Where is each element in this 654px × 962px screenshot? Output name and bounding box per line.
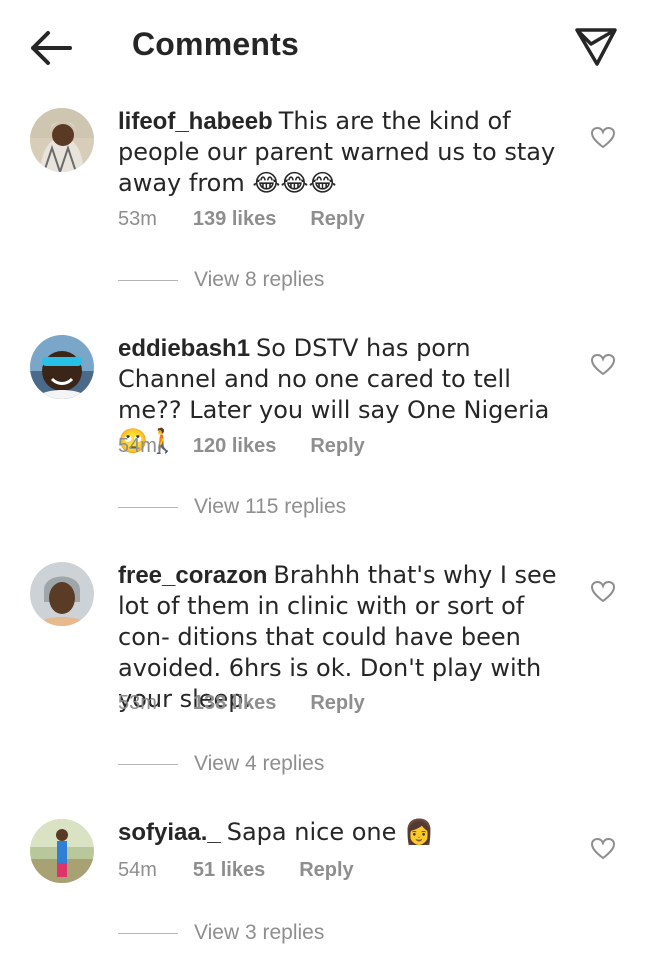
share-button[interactable] xyxy=(574,26,618,68)
divider-line xyxy=(118,932,178,934)
like-button[interactable] xyxy=(590,580,616,604)
reply-button[interactable]: Reply xyxy=(310,692,364,715)
avatar[interactable] xyxy=(30,819,94,883)
comment-time: 53m xyxy=(118,692,157,714)
comment-text: lifeof_habeeb This are the kind of people… xyxy=(118,106,568,199)
comment-username[interactable]: free_corazon xyxy=(118,562,267,589)
comment-meta: 54m 120 likes Reply xyxy=(118,435,365,458)
heart-icon xyxy=(590,126,616,149)
view-replies-button[interactable]: View 8 replies xyxy=(118,268,324,292)
heart-icon xyxy=(590,580,616,603)
comment-username[interactable]: eddiebash1 xyxy=(118,335,250,362)
view-replies-button[interactable]: View 115 replies xyxy=(118,495,346,519)
comment-likes[interactable]: 138 likes xyxy=(193,692,276,715)
comment-time: 54m xyxy=(118,435,157,457)
divider-line xyxy=(118,763,178,765)
like-button[interactable] xyxy=(590,126,616,150)
back-button[interactable] xyxy=(28,28,74,68)
view-replies-label: View 3 replies xyxy=(194,921,325,944)
comment-username[interactable]: lifeof_habeeb xyxy=(118,108,273,135)
avatar[interactable] xyxy=(30,108,94,172)
comment-likes[interactable]: 51 likes xyxy=(193,859,265,882)
reply-button[interactable]: Reply xyxy=(310,435,364,458)
comment-meta: 53m 138 likes Reply xyxy=(118,692,365,715)
comment-text: sofyiaa._ Sapa nice one 👩 xyxy=(118,817,568,848)
page-title: Comments xyxy=(132,26,299,62)
comment-body: Sapa nice one 👩 xyxy=(226,818,434,846)
paper-plane-icon xyxy=(575,28,617,66)
view-replies-label: View 8 replies xyxy=(194,268,325,291)
comment-time: 54m xyxy=(118,859,157,881)
heart-icon xyxy=(590,837,616,860)
divider-line xyxy=(118,279,178,281)
heart-icon xyxy=(590,353,616,376)
like-button[interactable] xyxy=(590,353,616,377)
reply-button[interactable]: Reply xyxy=(299,859,353,882)
divider-line xyxy=(118,506,178,508)
view-replies-button[interactable]: View 3 replies xyxy=(118,921,324,945)
header: Comments xyxy=(0,0,654,92)
comment-meta: 54m 51 likes Reply xyxy=(118,859,354,882)
avatar[interactable] xyxy=(30,562,94,626)
comment-username[interactable]: sofyiaa._ xyxy=(118,819,221,846)
view-replies-button[interactable]: View 4 replies xyxy=(118,752,324,776)
comment-likes[interactable]: 120 likes xyxy=(193,435,276,458)
reply-button[interactable]: Reply xyxy=(310,208,364,231)
comment-likes[interactable]: 139 likes xyxy=(193,208,276,231)
arrow-left-icon xyxy=(31,31,72,65)
comment-meta: 53m 139 likes Reply xyxy=(118,208,365,231)
like-button[interactable] xyxy=(590,837,616,861)
view-replies-label: View 115 replies xyxy=(194,495,347,518)
comment-time: 53m xyxy=(118,208,157,230)
avatar[interactable] xyxy=(30,335,94,399)
view-replies-label: View 4 replies xyxy=(194,752,325,775)
